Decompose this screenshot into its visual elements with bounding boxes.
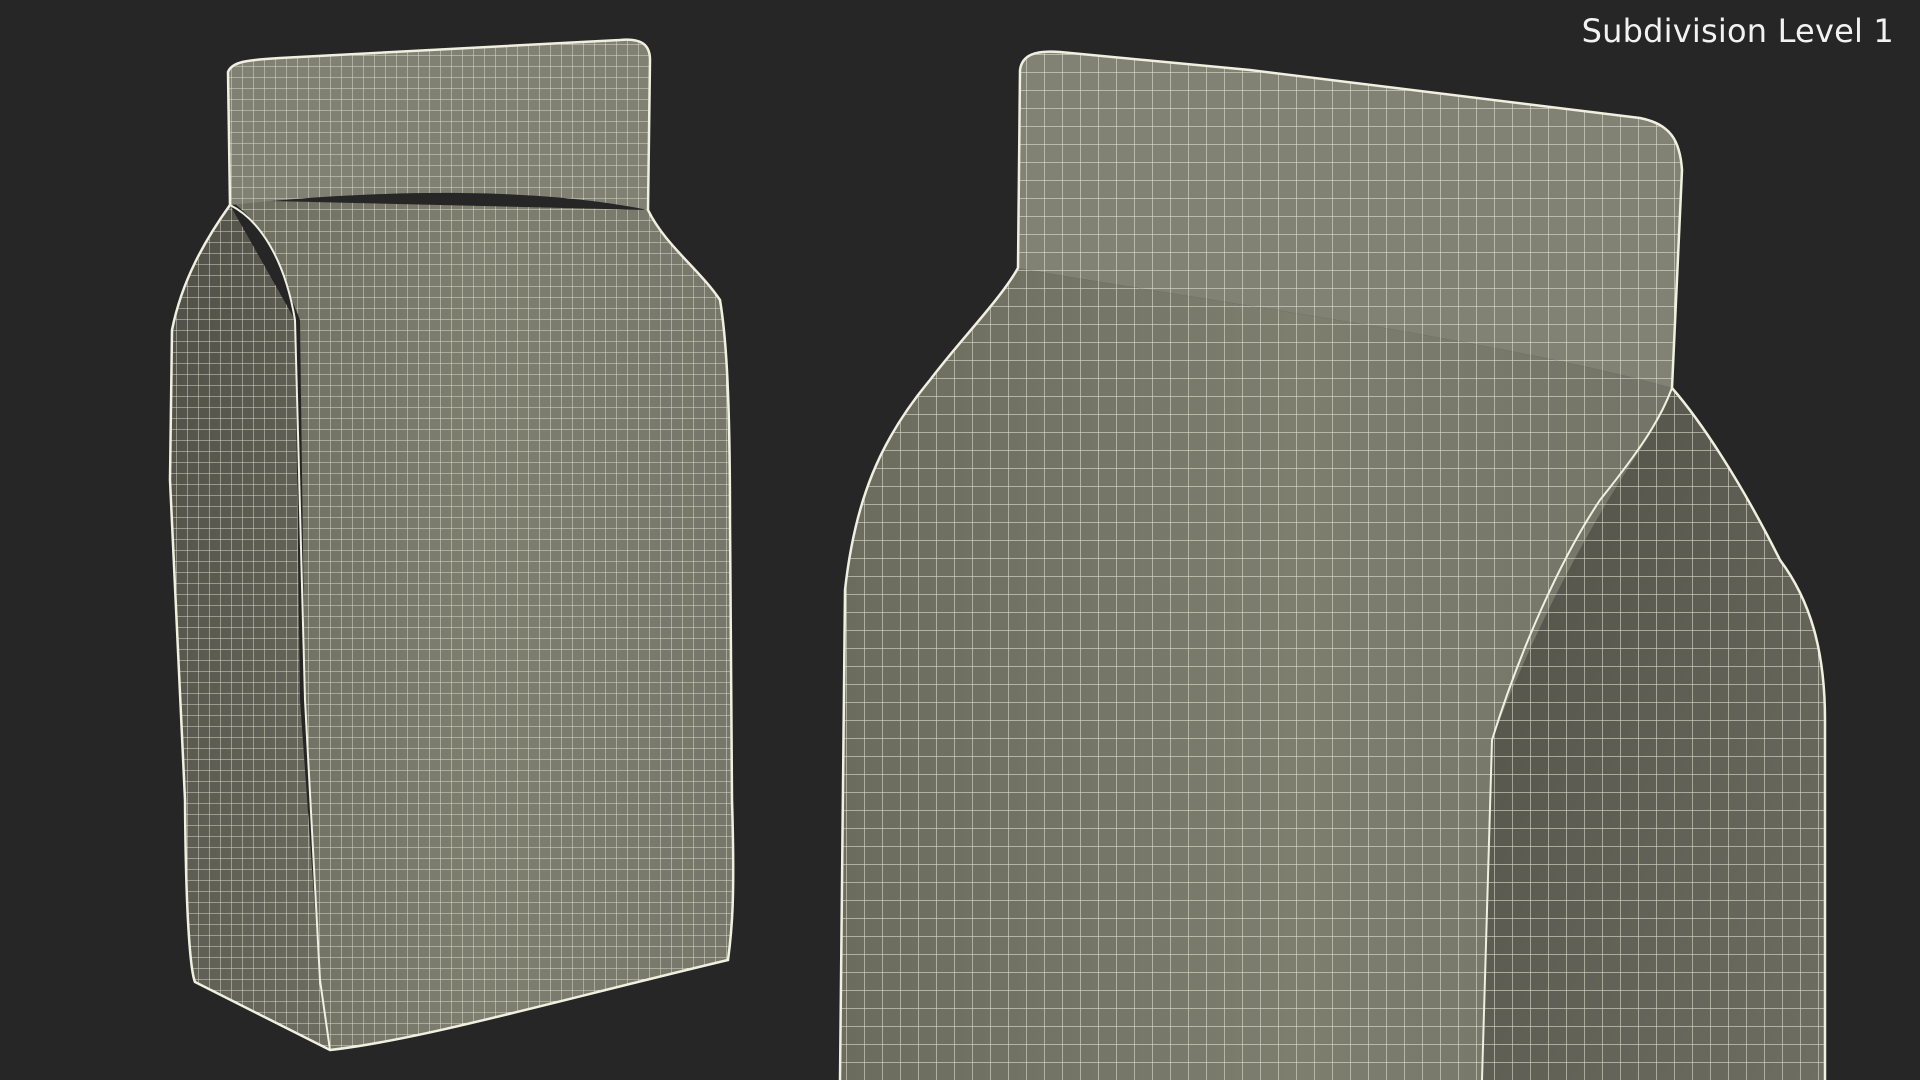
wireframe-render <box>168 38 1827 1080</box>
right-bag-model <box>838 50 1827 1080</box>
subdivision-level-label: Subdivision Level 1 <box>1581 12 1894 50</box>
left-bag-model <box>168 38 735 1052</box>
render-viewport: Subdivision Level 1 <box>0 0 1920 1080</box>
